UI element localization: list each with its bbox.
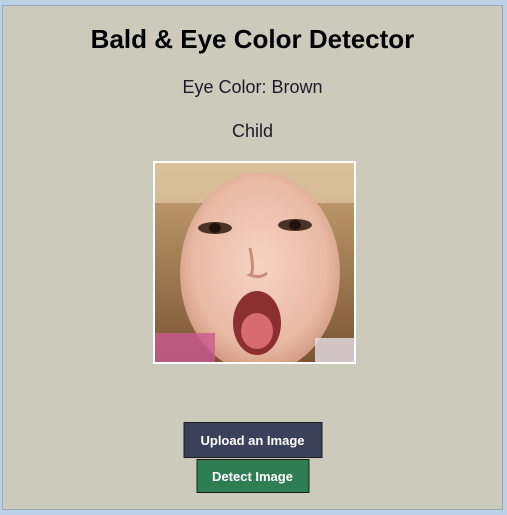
age-group-result: Child [231,121,274,141]
uploaded-photo [153,161,356,364]
upload-image-button[interactable]: Upload an Image [183,422,322,458]
app-title: Bald & Eye Color Detector [90,24,415,54]
app-window: Bald & Eye Color Detector Eye Color: Bro… [2,5,503,510]
eye-color-result: Eye Color: Brown [182,77,323,97]
child-face-image [155,163,354,362]
detect-image-button[interactable]: Detect Image [196,459,309,493]
